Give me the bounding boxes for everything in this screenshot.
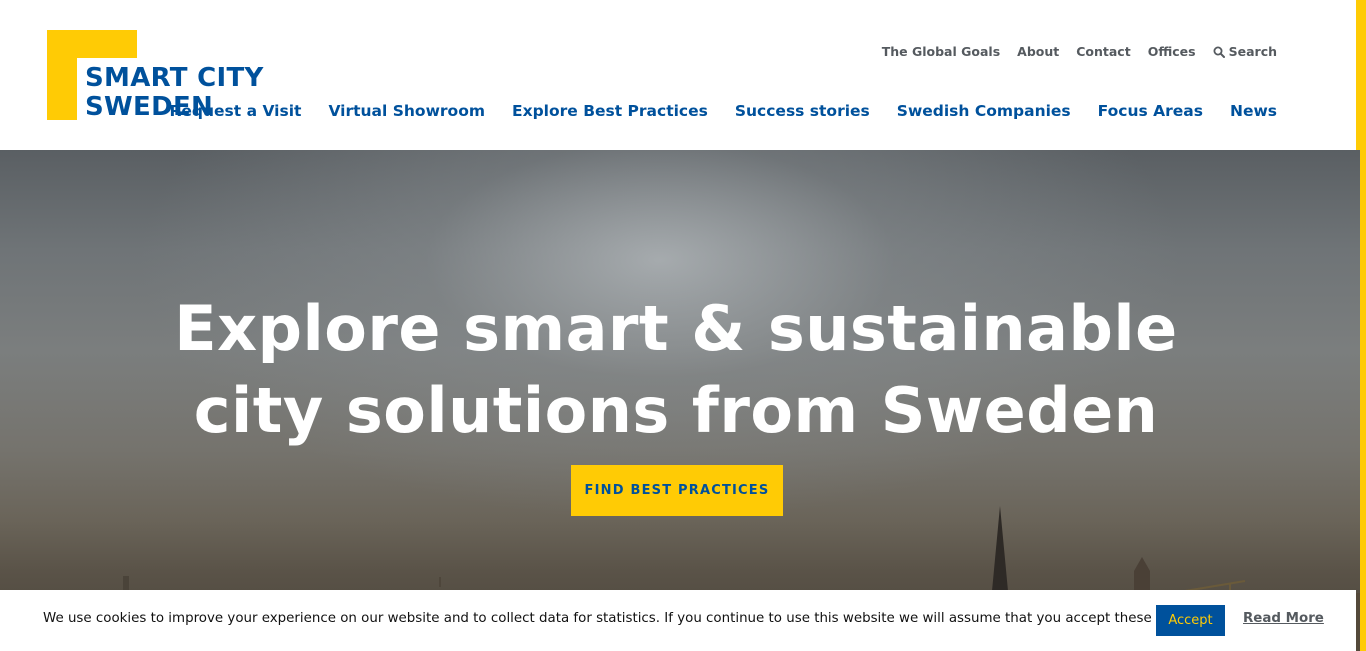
utility-link-offices[interactable]: Offices [1148, 44, 1196, 59]
nav-request-a-visit[interactable]: Request a Visit [169, 102, 301, 120]
hero-banner: Explore smart & sustainable city solutio… [0, 150, 1360, 651]
hero-title: Explore smart & sustainable city solutio… [0, 288, 1352, 452]
nav-virtual-showroom[interactable]: Virtual Showroom [328, 102, 485, 120]
cookie-consent-bar: We use cookies to improve your experienc… [0, 590, 1356, 651]
utility-link-global-goals[interactable]: The Global Goals [882, 44, 1000, 59]
cookie-message: We use cookies to improve your experienc… [43, 611, 1199, 626]
site-header: SMART CITY SWEDEN The Global Goals About… [0, 0, 1356, 150]
search-icon [1213, 46, 1225, 58]
nav-news[interactable]: News [1230, 102, 1277, 120]
nav-success-stories[interactable]: Success stories [735, 102, 870, 120]
logo-line-1: SMART CITY [85, 63, 264, 93]
hero-title-line-2: city solutions from Sweden [193, 374, 1159, 447]
nav-explore-best-practices[interactable]: Explore Best Practices [512, 102, 708, 120]
find-best-practices-button[interactable]: FIND BEST PRACTICES [571, 465, 783, 516]
cookie-read-more-link[interactable]: Read More [1243, 611, 1324, 626]
utility-link-about[interactable]: About [1017, 44, 1059, 59]
utility-link-contact[interactable]: Contact [1076, 44, 1130, 59]
nav-focus-areas[interactable]: Focus Areas [1098, 102, 1203, 120]
utility-nav: The Global Goals About Contact Offices S… [882, 44, 1277, 59]
search-link[interactable]: Search [1213, 44, 1277, 59]
main-nav: Request a Visit Virtual Showroom Explore… [169, 102, 1277, 120]
hero-title-line-1: Explore smart & sustainable [174, 292, 1178, 365]
nav-swedish-companies[interactable]: Swedish Companies [897, 102, 1071, 120]
cookie-accept-button[interactable]: Accept [1156, 605, 1225, 636]
search-label: Search [1228, 44, 1277, 59]
